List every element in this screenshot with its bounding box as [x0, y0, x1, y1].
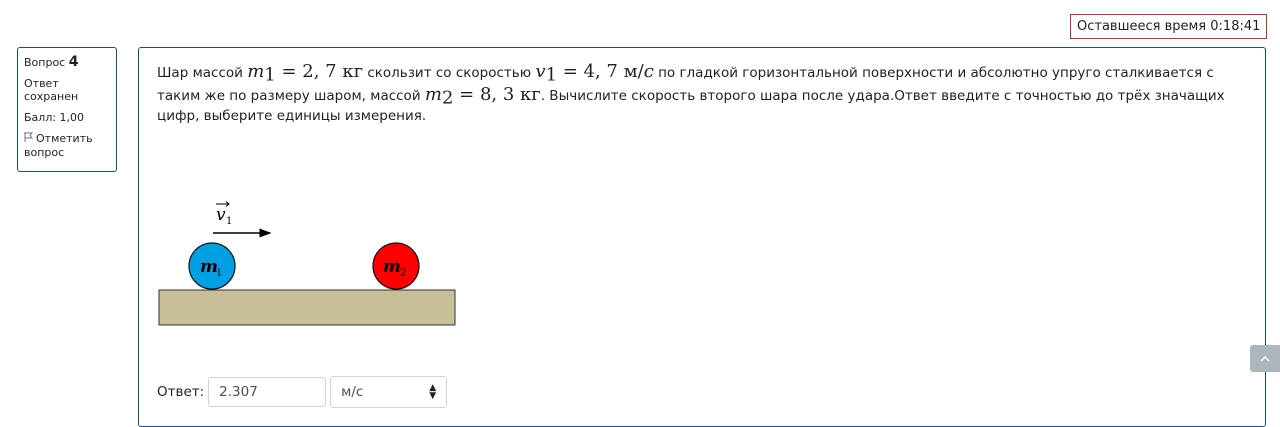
scroll-to-top-button[interactable]: [1250, 345, 1280, 372]
svg-text:v: v: [216, 205, 226, 225]
question-number: Вопрос 4: [24, 54, 79, 70]
select-caret-icon: ▲ ▼: [429, 383, 437, 401]
ball-1-sub: 1: [216, 268, 222, 279]
question-text: Шар массой m1 = 2, 7 кг скользит со скор…: [157, 61, 1225, 125]
answer-input[interactable]: [208, 377, 327, 407]
time-remaining-box: Оставшееся время 0:18:41: [1070, 14, 1268, 39]
time-remaining-label: Оставшееся время: [1077, 19, 1207, 34]
flag-icon: [24, 132, 34, 146]
question-content: Шар массой m1 = 2, 7 кг скользит со скор…: [138, 47, 1266, 427]
question-score: Балл: 1,00: [24, 111, 85, 124]
flag-question-label: Отметить вопрос: [24, 132, 93, 159]
collision-figure: v 1 m 1 m 2: [158, 201, 456, 326]
question-info-panel: Вопрос 4 Ответ сохранен Балл: 1,00 Отмет…: [17, 47, 117, 172]
answer-label: Ответ:: [157, 384, 205, 400]
time-remaining-value: 0:18:41: [1210, 19, 1261, 34]
ball-2-sub: 2: [400, 268, 406, 279]
answer-row: Ответ: м/с ▲▼: [157, 376, 448, 408]
question-status: Ответ сохранен: [24, 77, 79, 103]
unit-select-value: м/с: [341, 384, 364, 400]
svg-text:1: 1: [226, 216, 232, 227]
velocity-label: v 1: [216, 201, 232, 227]
unit-select[interactable]: м/с ▲ ▼: [330, 376, 448, 408]
ball-2-label: m: [383, 257, 401, 277]
flag-question-link[interactable]: Отметить вопрос: [24, 132, 110, 159]
chevron-up-icon: [1260, 356, 1270, 362]
surface: [158, 289, 456, 326]
